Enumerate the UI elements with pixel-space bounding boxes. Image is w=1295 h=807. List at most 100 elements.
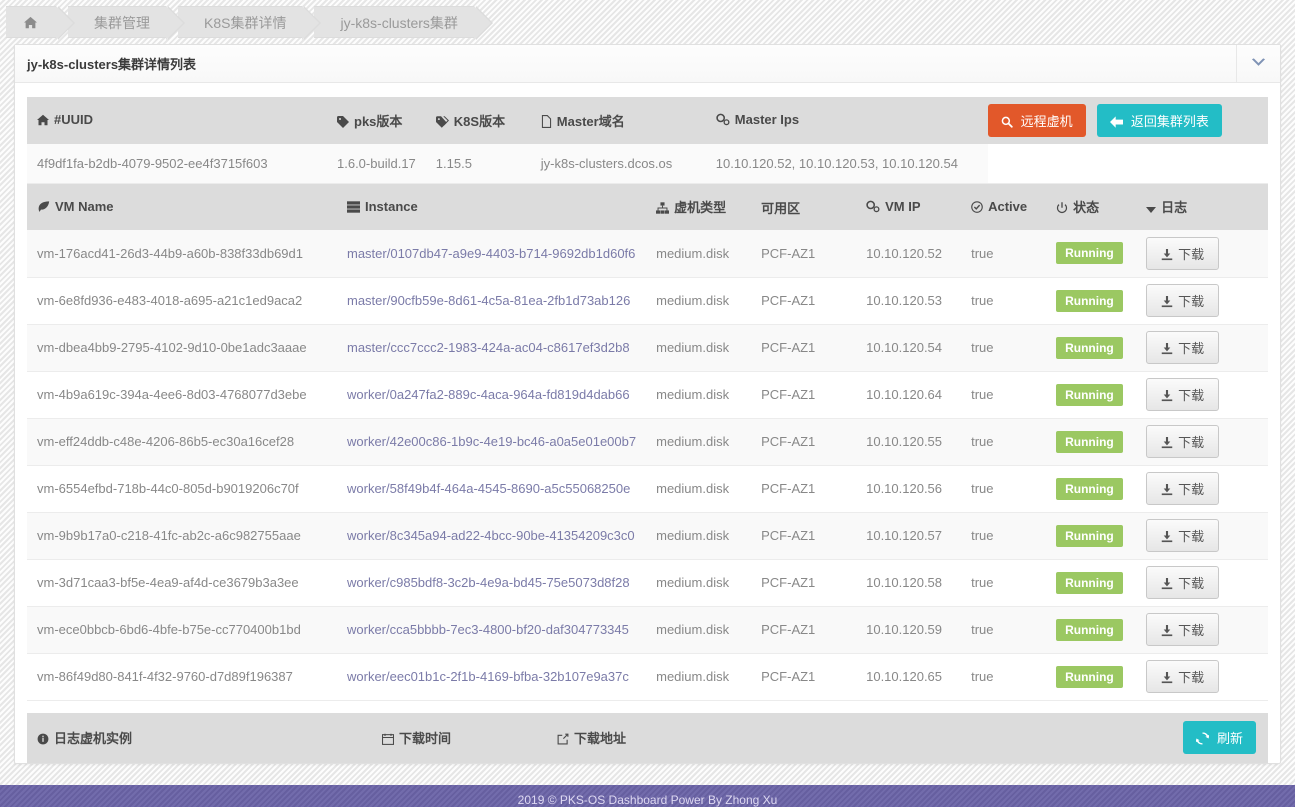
col-vm-name[interactable]: VM Name	[27, 184, 337, 230]
breadcrumb-home[interactable]	[6, 6, 75, 40]
download-icon	[1161, 435, 1178, 450]
instance-link[interactable]: master/90cfb59e-8d61-4c5a-81ea-2fb1d73ab…	[347, 293, 630, 308]
instance-link[interactable]: worker/58f49b4f-464a-4545-8690-a5c550682…	[347, 481, 630, 496]
status-badge: Running	[1056, 336, 1123, 359]
cell-az: PCF-AZ1	[751, 653, 857, 701]
cell-instance: worker/58f49b4f-464a-4545-8690-a5c550682…	[337, 465, 647, 513]
cell-uuid: 4f9df1fa-b2db-4079-9502-ee4f3715f603	[27, 144, 327, 184]
instance-link[interactable]: worker/42e00c86-1b9c-4e19-bc46-a0a5e01e0…	[347, 434, 636, 449]
col-download-time: 下载时间	[372, 712, 547, 763]
download-log-button[interactable]: 下载	[1146, 236, 1220, 270]
instance-link[interactable]: master/ccc7ccc2-1983-424a-ac04-c8617ef3d…	[347, 340, 630, 355]
cell-active: true	[961, 418, 1047, 466]
cell-az: PCF-AZ1	[751, 277, 857, 325]
download-log-button[interactable]: 下载	[1146, 613, 1220, 646]
breadcrumb-label: 集群管理	[94, 15, 150, 31]
home-icon	[37, 114, 49, 129]
cell-log: 下载	[1136, 418, 1268, 466]
page-footer: 2019 © PKS-OS Dashboard Power By Zhong X…	[0, 785, 1295, 807]
cell-instance: worker/0a247fa2-889c-4aca-964a-fd819d4da…	[337, 371, 647, 419]
download-log-button[interactable]: 下载	[1146, 331, 1220, 364]
download-label: 下载	[1178, 341, 1205, 356]
cell-vm-ip: 10.10.120.58	[856, 559, 962, 607]
col-status[interactable]: 状态	[1046, 184, 1137, 230]
vm-table-header-row: VM Name Instance 虚机类型 可用区 VM IP Active 状…	[27, 184, 1268, 230]
file-icon	[541, 114, 552, 131]
cluster-info-table: #UUID pks版本 K8S版本 Master域名 Master Ips 远程…	[27, 97, 1268, 184]
download-icon	[1161, 623, 1178, 638]
cell-vm-type: medium.disk	[646, 418, 752, 466]
download-label: 下载	[1178, 388, 1205, 403]
col-active[interactable]: Active	[961, 184, 1047, 230]
cell-log: 下载	[1136, 512, 1268, 560]
remote-vm-button[interactable]: 远程虚机	[988, 104, 1086, 137]
breadcrumb-item-2[interactable]: jy-k8s-clusters集群	[314, 6, 494, 40]
breadcrumb-item-1[interactable]: K8S集群详情	[178, 6, 323, 40]
cell-log: 下载	[1136, 606, 1268, 654]
breadcrumb-item-0[interactable]: 集群管理	[68, 6, 185, 40]
download-icon	[1161, 341, 1178, 356]
download-log-button[interactable]: 下载	[1146, 284, 1220, 317]
cell-vm-type: medium.disk	[646, 465, 752, 513]
cell-vm-ip: 10.10.120.57	[856, 512, 962, 560]
download-log-button[interactable]: 下载	[1146, 472, 1220, 505]
breadcrumb-label: K8S集群详情	[204, 15, 287, 31]
col-vm-ip[interactable]: VM IP	[856, 184, 962, 230]
cell-az: PCF-AZ1	[751, 465, 857, 513]
cell-vm-ip: 10.10.120.56	[856, 465, 962, 513]
col-instance[interactable]: Instance	[337, 184, 647, 230]
col-az[interactable]: 可用区	[751, 184, 857, 230]
panel-collapse-toggle[interactable]	[1236, 45, 1280, 82]
cell-vm-ip: 10.10.120.52	[856, 230, 962, 278]
col-log[interactable]: 日志	[1136, 184, 1268, 230]
instance-link[interactable]: worker/cca5bbbb-7ec3-4800-bf20-daf304773…	[347, 622, 629, 637]
refresh-button[interactable]: 刷新	[1183, 721, 1256, 754]
col-uuid: #UUID	[27, 97, 327, 144]
col-master-ips: Master Ips	[705, 97, 988, 144]
cell-vm-name: vm-9b9b17a0-c218-41fc-ab2c-a6c982755aae	[27, 512, 337, 560]
download-icon	[1161, 576, 1178, 591]
cell-vm-type: medium.disk	[646, 653, 752, 701]
refresh-icon	[1196, 731, 1217, 746]
instance-link[interactable]: worker/0a247fa2-889c-4aca-964a-fd819d4da…	[347, 387, 630, 402]
cell-status: Running	[1046, 653, 1137, 701]
vm-table: VM Name Instance 虚机类型 可用区 VM IP Active 状…	[27, 184, 1268, 701]
download-log-button[interactable]: 下载	[1146, 519, 1220, 552]
instance-link[interactable]: master/0107db47-a9e9-4403-b714-9692db1d6…	[347, 246, 635, 261]
cell-log: 下载	[1136, 277, 1268, 325]
table-row: vm-9b9b17a0-c218-41fc-ab2c-a6c982755aae w…	[27, 512, 1268, 560]
cell-log: 下载	[1136, 230, 1268, 278]
cell-vm-name: vm-dbea4bb9-2795-4102-9d10-0be1adc3aaae	[27, 324, 337, 372]
status-badge: Running	[1056, 524, 1123, 547]
cell-az: PCF-AZ1	[751, 230, 857, 278]
instance-link[interactable]: worker/8c345a94-ad22-4bcc-90be-41354209c…	[347, 528, 635, 543]
instance-link[interactable]: worker/c985bdf8-3c2b-4e9a-bd45-75e5073d8…	[347, 575, 630, 590]
cell-active: true	[961, 465, 1047, 513]
download-log-button[interactable]: 下载	[1146, 378, 1220, 411]
cell-instance: worker/8c345a94-ad22-4bcc-90be-41354209c…	[337, 512, 647, 560]
cell-vm-name: vm-ece0bbcb-6bd6-4bfe-b75e-cc770400b1bd	[27, 606, 337, 654]
download-label: 下载	[1178, 482, 1205, 497]
download-icon	[1161, 670, 1178, 685]
download-log-button[interactable]: 下载	[1146, 566, 1220, 599]
cell-az: PCF-AZ1	[751, 324, 857, 372]
chevron-down-icon	[1251, 56, 1266, 71]
col-vm-type[interactable]: 虚机类型	[646, 184, 752, 230]
log-table-header-row: 日志虚机实例 下载时间 下载地址 刷新	[27, 712, 1268, 763]
status-badge: Running	[1056, 289, 1123, 312]
instance-link[interactable]: worker/eec01b1c-2f1b-4169-bfba-32b107e9a…	[347, 669, 629, 684]
back-to-cluster-list-button[interactable]: 返回集群列表	[1097, 104, 1222, 137]
cell-active: true	[961, 653, 1047, 701]
cell-vm-ip: 10.10.120.64	[856, 371, 962, 419]
table-row: vm-4b9a619c-394a-4ee6-8d03-4768077d3ebe w…	[27, 371, 1268, 419]
cell-instance: worker/c985bdf8-3c2b-4e9a-bd45-75e5073d8…	[337, 559, 647, 607]
cell-status: Running	[1046, 371, 1137, 419]
download-log-button[interactable]: 下载	[1146, 660, 1220, 693]
breadcrumb-label: jy-k8s-clusters集群	[340, 15, 458, 31]
cluster-info-row: 4f9df1fa-b2db-4079-9502-ee4f3715f603 1.6…	[27, 144, 1268, 184]
search-icon	[1001, 114, 1021, 129]
download-label: 下载	[1178, 670, 1205, 685]
download-log-button[interactable]: 下载	[1146, 425, 1220, 458]
cell-status: Running	[1046, 277, 1137, 325]
download-label: 下载	[1178, 529, 1205, 544]
